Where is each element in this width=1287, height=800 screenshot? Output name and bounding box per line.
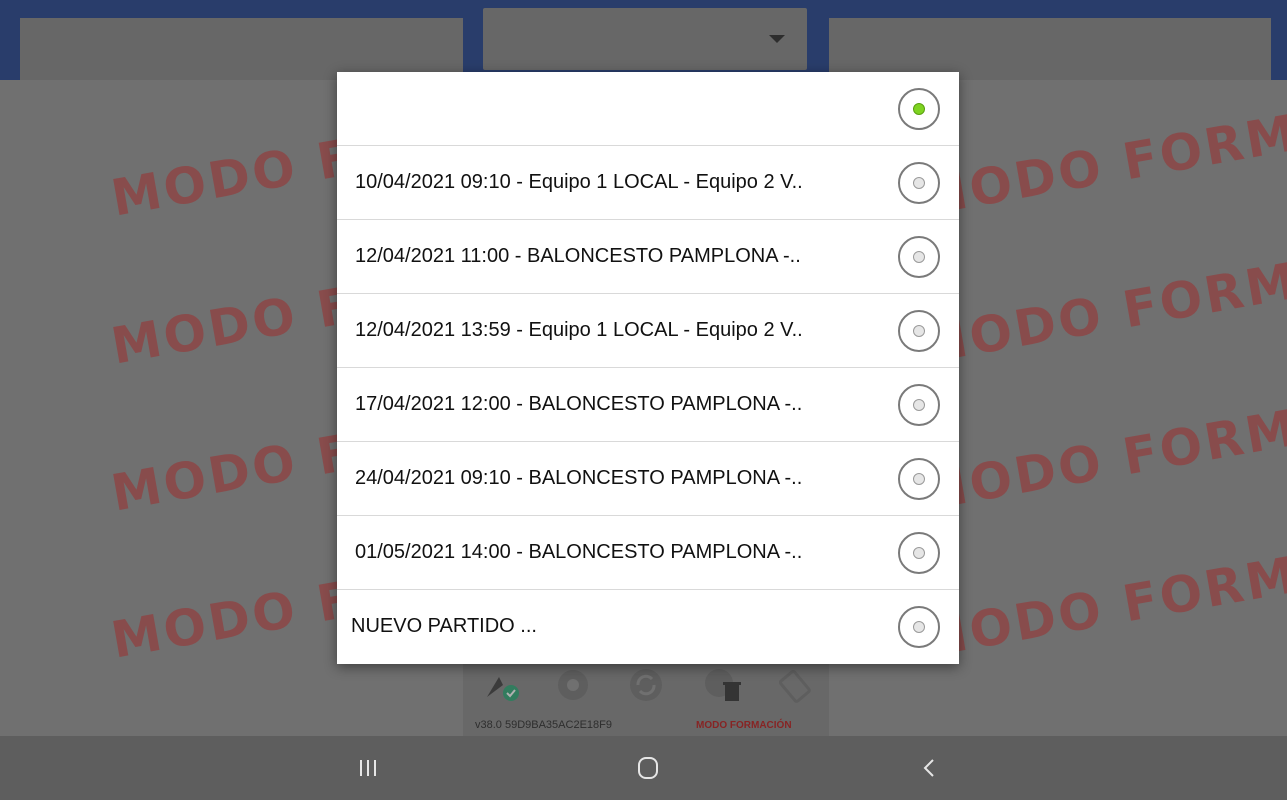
- option-label: NUEVO PARTIDO ...: [351, 615, 537, 637]
- radio-dot-icon: [913, 547, 925, 559]
- system-navigation-bar: [0, 736, 1287, 800]
- home-icon[interactable]: [628, 750, 668, 786]
- option-label: 17/04/2021 12:00 - BALONCESTO PAMPLONA -…: [355, 393, 803, 415]
- list-item[interactable]: [337, 72, 959, 146]
- list-item[interactable]: 12/04/2021 13:59 - Equipo 1 LOCAL - Equi…: [337, 294, 959, 368]
- radio-button[interactable]: [898, 606, 940, 648]
- radio-dot-icon: [913, 473, 925, 485]
- radio-button[interactable]: [898, 310, 940, 352]
- list-item[interactable]: NUEVO PARTIDO ...: [337, 590, 959, 663]
- radio-button[interactable]: [898, 88, 940, 130]
- radio-dot-icon: [913, 251, 925, 263]
- list-item[interactable]: 17/04/2021 12:00 - BALONCESTO PAMPLONA -…: [337, 368, 959, 442]
- option-label: 12/04/2021 13:59 - Equipo 1 LOCAL - Equi…: [355, 319, 803, 341]
- list-item[interactable]: 24/04/2021 09:10 - BALONCESTO PAMPLONA -…: [337, 442, 959, 516]
- list-item[interactable]: 01/05/2021 14:00 - BALONCESTO PAMPLONA -…: [337, 516, 959, 590]
- radio-dot-icon: [913, 399, 925, 411]
- list-item[interactable]: 12/04/2021 11:00 - BALONCESTO PAMPLONA -…: [337, 220, 959, 294]
- radio-button[interactable]: [898, 384, 940, 426]
- back-icon[interactable]: [910, 750, 950, 786]
- option-label: 10/04/2021 09:10 - Equipo 1 LOCAL - Equi…: [355, 171, 803, 193]
- option-label: 12/04/2021 11:00 - BALONCESTO PAMPLONA -…: [355, 245, 801, 267]
- radio-dot-icon: [913, 177, 925, 189]
- radio-dot-icon: [913, 325, 925, 337]
- option-label: 24/04/2021 09:10 - BALONCESTO PAMPLONA -…: [355, 467, 803, 489]
- radio-dot-icon: [913, 103, 925, 115]
- radio-button[interactable]: [898, 236, 940, 278]
- list-item[interactable]: 10/04/2021 09:10 - Equipo 1 LOCAL - Equi…: [337, 146, 959, 220]
- match-select-dialog: 10/04/2021 09:10 - Equipo 1 LOCAL - Equi…: [337, 72, 959, 664]
- radio-dot-icon: [913, 621, 925, 633]
- radio-button[interactable]: [898, 532, 940, 574]
- radio-button[interactable]: [898, 458, 940, 500]
- option-label: 01/05/2021 14:00 - BALONCESTO PAMPLONA -…: [355, 541, 803, 563]
- recent-apps-icon[interactable]: [348, 750, 388, 786]
- radio-button[interactable]: [898, 162, 940, 204]
